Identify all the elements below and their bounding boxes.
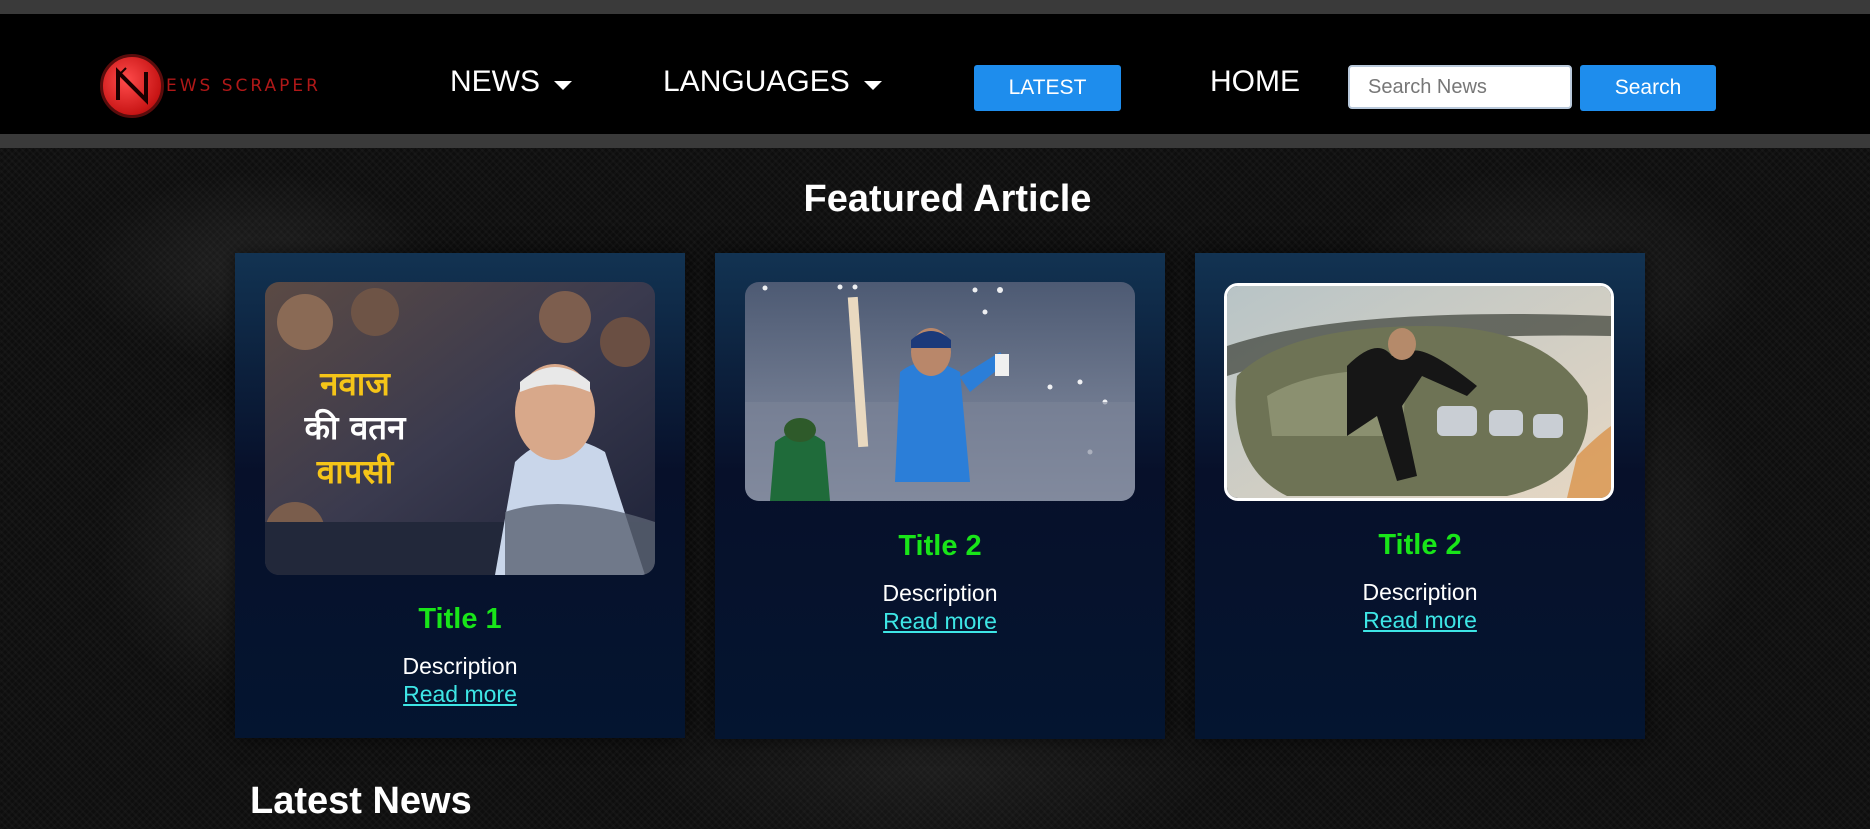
featured-card-1[interactable]: नवाज की वतन वापसी Title 1 Description Re… bbox=[235, 253, 685, 738]
card-description: Description bbox=[402, 653, 518, 679]
read-more-link[interactable]: Read more bbox=[1195, 607, 1645, 634]
nav-home-label: HOME bbox=[1210, 65, 1300, 98]
nav-bottom-strip bbox=[0, 134, 1870, 148]
nav-news-dropdown[interactable]: NEWS bbox=[450, 60, 572, 104]
caption-line-3: वापसी bbox=[316, 452, 394, 491]
read-more-link[interactable]: Read more bbox=[715, 608, 1165, 635]
card-title: Title 2 bbox=[898, 530, 982, 562]
brand-name: EWS SCRAPER bbox=[166, 76, 321, 96]
card-title: Title 1 bbox=[418, 603, 502, 635]
search-button[interactable]: Search bbox=[1580, 65, 1716, 111]
card-image-1[interactable]: नवाज की वतन वापसी bbox=[265, 282, 655, 575]
n-logo-icon bbox=[116, 67, 148, 105]
card-image-3[interactable] bbox=[1224, 283, 1614, 501]
latest-news-heading: Latest News bbox=[250, 780, 472, 822]
card-description: Description bbox=[1362, 579, 1478, 605]
featured-card-2[interactable]: Title 2 Description Read more bbox=[715, 253, 1165, 739]
caption-line-1: नवाज bbox=[320, 364, 390, 403]
card-description: Description bbox=[882, 580, 998, 606]
read-more-link[interactable]: Read more bbox=[235, 681, 685, 708]
nav-languages-dropdown[interactable]: LANGUAGES bbox=[663, 60, 882, 104]
cricket-photo-image bbox=[745, 282, 1135, 501]
featured-heading: Featured Article bbox=[803, 178, 1092, 220]
card-title: Title 2 bbox=[1378, 529, 1462, 561]
nav-home-link[interactable]: HOME bbox=[1210, 60, 1300, 104]
helicopter-photo-image bbox=[1227, 286, 1611, 498]
image-caption: नवाज की वतन वापसी bbox=[285, 362, 425, 494]
navbar: EWS SCRAPER NEWS LANGUAGES LATEST HOME S… bbox=[0, 14, 1870, 134]
nav-languages-label: LANGUAGES bbox=[663, 65, 850, 98]
featured-card-3[interactable]: Title 2 Description Read more bbox=[1195, 253, 1645, 739]
caption-line-2: की वतन bbox=[304, 408, 406, 447]
top-border-strip bbox=[0, 0, 1870, 14]
logo-emblem bbox=[100, 54, 164, 118]
caret-down-icon bbox=[863, 80, 882, 90]
search-input[interactable] bbox=[1348, 65, 1572, 109]
caret-down-icon bbox=[554, 80, 572, 90]
brand-logo[interactable]: EWS SCRAPER bbox=[100, 52, 321, 120]
nav-news-label: NEWS bbox=[450, 65, 540, 98]
latest-button[interactable]: LATEST bbox=[974, 65, 1121, 111]
card-image-2[interactable] bbox=[745, 282, 1135, 501]
